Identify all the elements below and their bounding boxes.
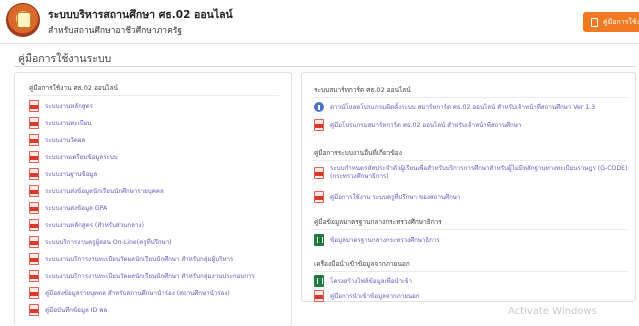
manual-link[interactable]: ระบบงานหลักสูตร (สำหรับส่วนกลาง) (45, 220, 144, 230)
pdf-icon (314, 191, 324, 203)
panel-heading: คู่มือข้อมูลมาตรฐานกลางกระทรวงศึกษาธิการ (314, 218, 442, 226)
app-header: ระบบบริหารสถานศึกษา ศธ.02 ออนไลน์ สำหรับ… (0, 0, 639, 44)
excel-icon (314, 275, 324, 287)
divider (312, 97, 627, 98)
activate-windows-watermark: Activate Windows (508, 306, 597, 317)
divider (14, 66, 636, 67)
pdf-icon (29, 236, 39, 248)
document-icon (591, 17, 598, 27)
manual-link[interactable]: ระบบงานหลักสูตร (45, 101, 93, 111)
list-item[interactable]: ระบบงานหลักสูตร (สำหรับส่วนกลาง) (29, 219, 144, 231)
list-item[interactable]: ระบบบริการงานครูผู้สอน On-Line(ครูที่ปรึ… (29, 236, 172, 248)
divider (312, 160, 627, 161)
manual-link[interactable]: คู่มือโปรแกรมสมาร์ทการ์ด ศธ.02 ออนไลน์ ส… (330, 120, 521, 130)
page-title: คู่มือการใช้งานระบบ (18, 53, 112, 65)
manual-link[interactable]: คู่มือการใช้งาน ระบบครูที่ปรึกษา ของสถาน… (330, 192, 460, 202)
app-subtitle: สำหรับสถานศึกษาอาชีวศึกษาภาครัฐ (48, 26, 183, 36)
manual-link[interactable]: ระบบบริการงานครูผู้สอน On-Line(ครูที่ปรึ… (45, 237, 172, 247)
excel-icon (314, 234, 324, 246)
manual-list-panel: คู่มือการใช้งาน ศธ.02 ออนไลน์ ระบบงานหลั… (14, 72, 292, 326)
manual-link[interactable]: ระบบงานบริการงานทะเบียนวัดผลนักเรียนนักศ… (45, 271, 255, 281)
divider (312, 271, 627, 272)
list-item[interactable]: โครงสร้างไฟล์ข้อมูลเพื่อนำเข้า (314, 275, 412, 287)
divider (27, 95, 279, 96)
list-item[interactable]: คู่มือโปรแกรมสมาร์ทการ์ด ศธ.02 ออนไลน์ ส… (314, 119, 521, 131)
institution-logo (6, 3, 40, 37)
divider (312, 229, 627, 230)
pdf-icon (29, 100, 39, 112)
list-item[interactable]: คู่มือการนำเข้าข้อมูลจากภายนอก (314, 290, 420, 302)
manual-link[interactable]: ระบบงานส่งข้อมูลนักเรียนนักศึกษารายบุคคล (45, 186, 164, 196)
panel-heading: ระบบสมาร์ทการ์ด ศธ.02 ออนไลน์ (314, 86, 411, 94)
pdf-icon (29, 185, 39, 197)
list-item[interactable]: ระบบงานส่งข้อมูลนักเรียนนักศึกษารายบุคคล (29, 185, 164, 197)
pdf-icon (29, 117, 39, 129)
manual-link[interactable]: ระบบงานบริการงานทะเบียนวัดผลนักเรียนนักศ… (45, 254, 233, 264)
panel-heading: คู่มือการระบบงานอื่นที่เกี่ยวข้อง (314, 149, 402, 157)
list-item[interactable]: คู่มือบันทึกข้อมูล ID พล (29, 304, 107, 316)
list-item[interactable]: ดาวน์โหลดโปรแกรมติดตั้งระบบ สมาร์ทการ์ด … (314, 102, 595, 112)
download-link[interactable]: ดาวน์โหลดโปรแกรมติดตั้งระบบ สมาร์ทการ์ด … (330, 102, 595, 112)
list-item[interactable]: ระบบงานบริการงานทะเบียนวัดผลนักเรียนนักศ… (29, 270, 255, 282)
list-item[interactable]: ข้อมูลมาตรฐานกลางกระทรวงศึกษาธิการ (314, 234, 440, 246)
manual-link[interactable]: ระบบกำหนดรหัสประจำตัวผู้เรียนเพื่อสำหรับ… (330, 165, 630, 181)
pdf-icon (314, 167, 324, 179)
list-item[interactable]: ระบบงานหลักสูตร (29, 100, 93, 112)
list-item[interactable]: ระบบงานบริการงานทะเบียนวัดผลนักเรียนนักศ… (29, 253, 233, 265)
pdf-icon (29, 304, 39, 316)
list-item[interactable]: ระบบงานทะเบียน (29, 117, 92, 129)
pdf-icon (29, 270, 39, 282)
list-item[interactable]: ระบบงานวัดผล (29, 134, 85, 146)
app-title: ระบบบริหารสถานศึกษา ศธ.02 ออนไลน์ (48, 9, 233, 21)
pdf-icon (29, 202, 39, 214)
download-link[interactable]: ข้อมูลมาตรฐานกลางกระทรวงศึกษาธิการ (330, 235, 440, 245)
pdf-icon (29, 253, 39, 265)
list-item[interactable]: ระบบงานส่งข้อมูล GPA (29, 202, 107, 214)
pdf-icon (29, 168, 39, 180)
manual-link[interactable]: คู่มือส่งข้อมูลรายบุคคล สำหรับสถานศึกษาน… (45, 288, 230, 298)
manual-link[interactable]: ระบบงานส่งข้อมูล GPA (45, 203, 107, 213)
manual-link[interactable]: ระบบงานเตรียมข้อมูลระบบ (45, 152, 118, 162)
manual-button[interactable]: คู่มือการใช้งาน (583, 12, 639, 32)
manual-link[interactable]: ระบบงานทะเบียน (45, 118, 92, 128)
manual-link[interactable]: คู่มือการนำเข้าข้อมูลจากภายนอก (330, 291, 420, 301)
manual-link[interactable]: ระบบงานฐานข้อมูล (45, 169, 97, 179)
list-item[interactable]: ระบบกำหนดรหัสประจำตัวผู้เรียนเพื่อสำหรับ… (314, 165, 630, 181)
panel-heading: เครื่องมือนำเข้าข้อมูลจากภายนอก (314, 260, 410, 268)
pdf-icon (314, 119, 324, 131)
manual-link[interactable]: ระบบงานวัดผล (45, 135, 85, 145)
manual-link[interactable]: คู่มือบันทึกข้อมูล ID พล (45, 305, 107, 315)
related-systems-panel: ระบบสมาร์ทการ์ด ศธ.02 ออนไลน์ ดาวน์โหลดโ… (301, 72, 636, 302)
list-item[interactable]: ระบบงานเตรียมข้อมูลระบบ (29, 151, 118, 163)
pdf-icon (29, 287, 39, 299)
list-item[interactable]: ระบบงานฐานข้อมูล (29, 168, 97, 180)
panel-heading: คู่มือการใช้งาน ศธ.02 ออนไลน์ (29, 84, 118, 92)
pdf-icon (29, 219, 39, 231)
list-item[interactable]: คู่มือส่งข้อมูลรายบุคคล สำหรับสถานศึกษาน… (29, 287, 230, 299)
download-link[interactable]: โครงสร้างไฟล์ข้อมูลเพื่อนำเข้า (330, 276, 412, 286)
pdf-icon (314, 290, 324, 302)
list-item[interactable]: คู่มือการใช้งาน ระบบครูที่ปรึกษา ของสถาน… (314, 191, 460, 203)
download-icon (314, 102, 324, 112)
manual-button-label: คู่มือการใช้งาน (603, 17, 639, 26)
pdf-icon (29, 151, 39, 163)
pdf-icon (29, 134, 39, 146)
